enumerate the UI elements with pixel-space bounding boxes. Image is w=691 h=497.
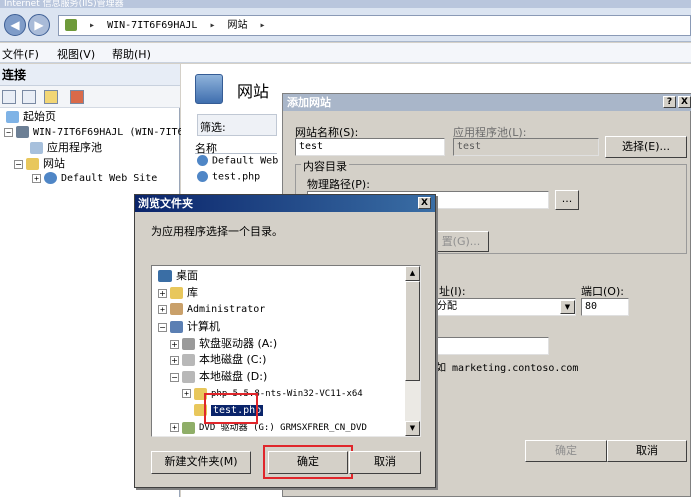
help-button[interactable]: ? (663, 96, 676, 108)
address-field[interactable]: ▸ WIN-7IT6F69HAJL ▸ 网站 ▸ (58, 15, 691, 36)
close-button[interactable]: X (678, 96, 691, 108)
collapse-icon[interactable]: − (158, 322, 167, 332)
browse-close-button[interactable]: X (418, 197, 431, 209)
tree-disk-d[interactable]: − 本地磁盘 (D:) (170, 369, 267, 385)
expand-icon[interactable]: + (158, 288, 167, 298)
dvd-icon (182, 421, 195, 434)
host-example-text: 如 marketing.contoso.com (436, 363, 579, 374)
folder-tree[interactable]: 桌面 + 库 + Administrator − 计算机 + 软盘驱动器 (A:) + 本… (151, 265, 421, 437)
disconnect-icon[interactable] (70, 90, 84, 104)
host-name-field[interactable] (423, 337, 549, 355)
list-item[interactable]: Default Web (197, 155, 278, 167)
expand-icon[interactable]: + (170, 339, 179, 349)
tree-computer[interactable]: − 计算机 (158, 319, 220, 335)
tree-administrator[interactable]: + Administrator (158, 302, 265, 318)
site-name-field[interactable]: test (295, 138, 445, 156)
library-icon (170, 287, 183, 299)
add-website-title: 添加网站 (283, 94, 691, 111)
expand-icon[interactable]: + (32, 173, 41, 183)
ip-address-label: 址(I): (439, 285, 466, 298)
disk-icon (182, 354, 195, 366)
new-folder-button[interactable]: 新建文件夹(M) (151, 451, 251, 474)
back-icon[interactable]: ◀ (4, 14, 26, 36)
save-icon[interactable] (22, 90, 36, 104)
chevron-down-icon[interactable]: ▼ (560, 300, 575, 314)
expand-icon[interactable]: + (158, 304, 167, 314)
tree-disk-c[interactable]: + 本地磁盘 (C:) (170, 352, 266, 368)
select-button[interactable]: 选择(E)... (605, 136, 687, 158)
filter-label: 筛选: (200, 121, 226, 134)
connections-header: 连接 (0, 64, 180, 86)
floppy-icon (182, 338, 195, 350)
scroll-up-icon[interactable]: ▲ (405, 266, 420, 281)
column-name[interactable]: 名称 (195, 140, 277, 155)
port-field[interactable]: 80 (581, 298, 629, 316)
sites-icon (195, 74, 223, 104)
tree-dvd[interactable]: + DVD 驱动器 (G:) GRMSXFRER_CN_DVD (170, 420, 367, 436)
address-root[interactable]: WIN-7IT6F69HAJL (107, 20, 197, 31)
browse-cancel-button[interactable]: 取消 (349, 451, 421, 474)
disk-icon (182, 371, 195, 383)
physical-path-label: 物理路径(P): (307, 178, 370, 191)
tree-sites[interactable]: − 网站 (14, 156, 65, 172)
app-pool-icon (30, 142, 43, 154)
list-item[interactable]: test.php (197, 171, 260, 183)
browse-folder-title: 浏览文件夹 (135, 195, 435, 212)
menu-bar: 文件(F) 视图(V) 帮助(H) (0, 43, 691, 63)
menu-view[interactable]: 视图(V) (57, 46, 95, 62)
chevron-right-icon: ▸ (259, 20, 266, 31)
menu-help[interactable]: 帮助(H) (112, 46, 151, 62)
ok-highlight (263, 445, 353, 479)
port-label: 端口(O): (581, 285, 624, 298)
window-title: Internet 信息服务(IIS)管理器 (0, 0, 691, 8)
tree-server[interactable]: − WIN-7IT6F69HAJL (WIN-7IT6F (4, 125, 190, 141)
iis-icon (65, 19, 77, 31)
globe-icon (197, 171, 208, 182)
browse-path-button[interactable]: ... (555, 190, 579, 210)
forward-icon[interactable]: ▶ (28, 14, 50, 36)
expand-icon[interactable]: + (182, 389, 191, 398)
folder-up-icon[interactable] (44, 90, 58, 104)
chevron-right-icon: ▸ (209, 20, 216, 31)
content-directory-label: 内容目录 (301, 158, 349, 174)
menu-file[interactable]: 文件(F) (2, 46, 39, 62)
app-pool-field: test (453, 138, 599, 156)
expand-icon[interactable]: + (170, 423, 179, 432)
desktop-icon (158, 270, 172, 282)
tree-floppy[interactable]: + 软盘驱动器 (A:) (170, 336, 277, 352)
browse-instruction: 为应用程序选择一个目录。 (151, 225, 283, 238)
computer-icon (170, 321, 183, 333)
chevron-right-icon: ▸ (89, 20, 96, 31)
globe-icon (44, 172, 57, 184)
collapse-icon[interactable]: − (14, 159, 23, 169)
ip-address-select[interactable]: 未分配 (423, 298, 576, 316)
tree-default-site[interactable]: + Default Web Site (32, 171, 157, 187)
page-title: 网站 (237, 82, 270, 101)
cancel-button[interactable]: 取消 (607, 440, 687, 462)
globe-icon (197, 155, 208, 166)
selection-highlight (204, 393, 258, 424)
server-icon (16, 126, 29, 138)
connect-as-button: 置(G)... (433, 231, 489, 252)
tree-start-page[interactable]: 起始页 (6, 109, 56, 125)
user-folder-icon (170, 303, 183, 315)
expand-icon[interactable]: + (170, 355, 179, 365)
scroll-thumb[interactable] (405, 281, 420, 381)
tree-desktop[interactable]: 桌面 (158, 268, 198, 284)
folder-icon (26, 158, 39, 170)
collapse-icon[interactable]: − (170, 372, 179, 382)
connect-icon[interactable] (2, 90, 16, 104)
tree-scrollbar[interactable]: ▲ ▼ (405, 266, 420, 436)
home-icon (6, 111, 19, 123)
ok-button: 确定 (525, 440, 607, 462)
address-site[interactable]: 网站 (228, 20, 248, 31)
connections-toolbar (0, 86, 180, 108)
address-bar: ◀ ▶ ▸ WIN-7IT6F69HAJL ▸ 网站 ▸ (0, 8, 691, 42)
tree-library[interactable]: + 库 (158, 285, 198, 301)
tree-app-pools[interactable]: 应用程序池 (30, 140, 102, 156)
collapse-icon[interactable]: − (4, 127, 13, 137)
scroll-down-icon[interactable]: ▼ (405, 421, 420, 436)
browse-folder-dialog: 浏览文件夹 X 为应用程序选择一个目录。 桌面 + 库 + Administrato… (134, 194, 436, 488)
